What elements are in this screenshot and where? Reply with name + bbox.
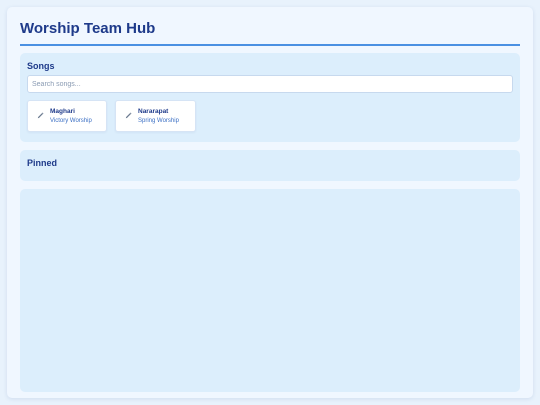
app-title: Worship Team Hub	[20, 20, 156, 37]
app-window: Worship Team Hub Songs Maghari Victory W…	[7, 7, 533, 398]
song-card-nararapat[interactable]: Nararapat Spring Worship	[115, 100, 196, 132]
content-area	[20, 189, 520, 392]
song-title: Maghari	[50, 108, 75, 115]
pencil-icon	[125, 112, 132, 119]
songs-heading: Songs	[27, 61, 55, 71]
pinned-heading: Pinned	[27, 158, 58, 168]
song-title: Nararapat	[138, 108, 169, 115]
song-search-input[interactable]	[27, 75, 513, 93]
song-artist: Victory Worship	[50, 118, 92, 124]
pencil-icon	[37, 112, 44, 119]
pinned-panel: Pinned	[20, 150, 520, 181]
song-artist: Spring Worship	[138, 118, 179, 124]
title-divider	[20, 44, 520, 46]
song-card-maghari[interactable]: Maghari Victory Worship	[27, 100, 107, 132]
songs-panel: Songs Maghari Victory Worship Nararapat …	[20, 53, 520, 142]
